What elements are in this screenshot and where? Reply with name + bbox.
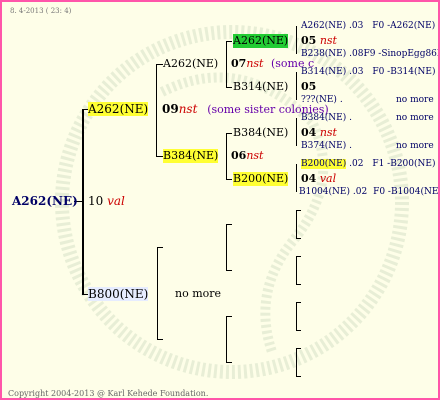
gen4-row[interactable]: B374(NE) .: [301, 139, 352, 153]
root-queen-name[interactable]: A262(NE): [12, 194, 78, 208]
tree-line: [156, 64, 157, 157]
gen3-b1-info: 04 nst: [301, 126, 337, 139]
gen3-a1-info: 05 nst: [301, 34, 337, 47]
tree-line: [156, 156, 163, 157]
tree-line: [296, 302, 301, 303]
tree-line: [226, 87, 232, 88]
gen1-top-name[interactable]: A262(NE): [88, 102, 149, 116]
tree-line: [226, 133, 232, 134]
tree-line: [82, 109, 84, 295]
tree-line: [296, 118, 297, 146]
tree-line: [226, 224, 232, 225]
tree-line: [296, 348, 301, 349]
tree-line: [296, 164, 297, 192]
tree-line: [296, 256, 301, 257]
tree-line: [296, 26, 297, 54]
gen4-row[interactable]: B384(NE) .: [301, 111, 352, 125]
tree-line: [226, 362, 232, 363]
tree-line: [296, 302, 297, 330]
tree-line: [226, 224, 227, 270]
tree-line: [296, 330, 301, 331]
date-stamp: 8. 4-2013 ( 23: 4): [10, 7, 72, 15]
tree-line: [296, 348, 297, 376]
tree-line: [296, 256, 297, 284]
tree-line: [226, 133, 227, 179]
gen4-row-ref: no more: [396, 113, 434, 123]
tree-line: [156, 64, 163, 65]
gen4-row[interactable]: A262(NE) .03 F0 -A262(NE): [301, 19, 435, 33]
tree-line: [296, 210, 301, 211]
pedigree-chart: 8. 4-2013 ( 23: 4) A262(NE) 10 val A262(…: [0, 0, 440, 400]
copyright-footer: Copyright 2004-2013 @ Karl Kehede Founda…: [8, 389, 209, 398]
gen2-a-name[interactable]: A262(NE): [163, 57, 218, 71]
tree-line: [296, 284, 301, 285]
gen1-bottom-note: no more: [175, 287, 222, 300]
tree-line: [226, 316, 232, 317]
gen3-a2-info: 05: [301, 80, 317, 93]
gen3-a1-name[interactable]: A262(NE): [233, 34, 289, 48]
tree-line: [226, 316, 227, 362]
tree-line: [296, 210, 297, 238]
tree-line: [296, 376, 301, 377]
tree-line: [296, 72, 297, 100]
gen4-row[interactable]: B1004(NE) .02 F0 -B1004(NE): [299, 185, 438, 199]
gen2-b-info: 06nst: [231, 149, 264, 162]
gen4-row[interactable]: B314(NE) .03 F0 -B314(NE): [301, 65, 435, 79]
tree-line: [157, 339, 163, 340]
tree-line: [157, 247, 158, 339]
gen4-row[interactable]: ???(NE) .: [301, 93, 343, 107]
gen4-row-ref: no more: [396, 95, 434, 105]
root-queen-year: 10 val: [88, 194, 125, 208]
gen3-b2-name[interactable]: B200(NE): [233, 172, 289, 186]
gen1-bottom-name[interactable]: B800(NE): [88, 287, 149, 301]
gen4-row-ref: no more: [396, 141, 434, 151]
tree-line: [157, 247, 163, 248]
tree-line: [226, 270, 232, 271]
tree-line: [226, 41, 232, 42]
tree-line: [296, 238, 301, 239]
tree-line: [226, 179, 232, 180]
gen3-b2-info: 04 val: [301, 172, 337, 185]
gen3-a2-name[interactable]: B314(NE): [233, 80, 288, 94]
gen2-b-name[interactable]: B384(NE): [163, 149, 219, 163]
gen4-row[interactable]: B200(NE) .02 F1 -B200(NE): [301, 157, 435, 171]
tree-line: [226, 41, 227, 87]
gen3-b1-name[interactable]: B384(NE): [233, 126, 288, 140]
gen4-row[interactable]: B238(NE) .08F9 -SinopEgg86R: [301, 47, 438, 61]
